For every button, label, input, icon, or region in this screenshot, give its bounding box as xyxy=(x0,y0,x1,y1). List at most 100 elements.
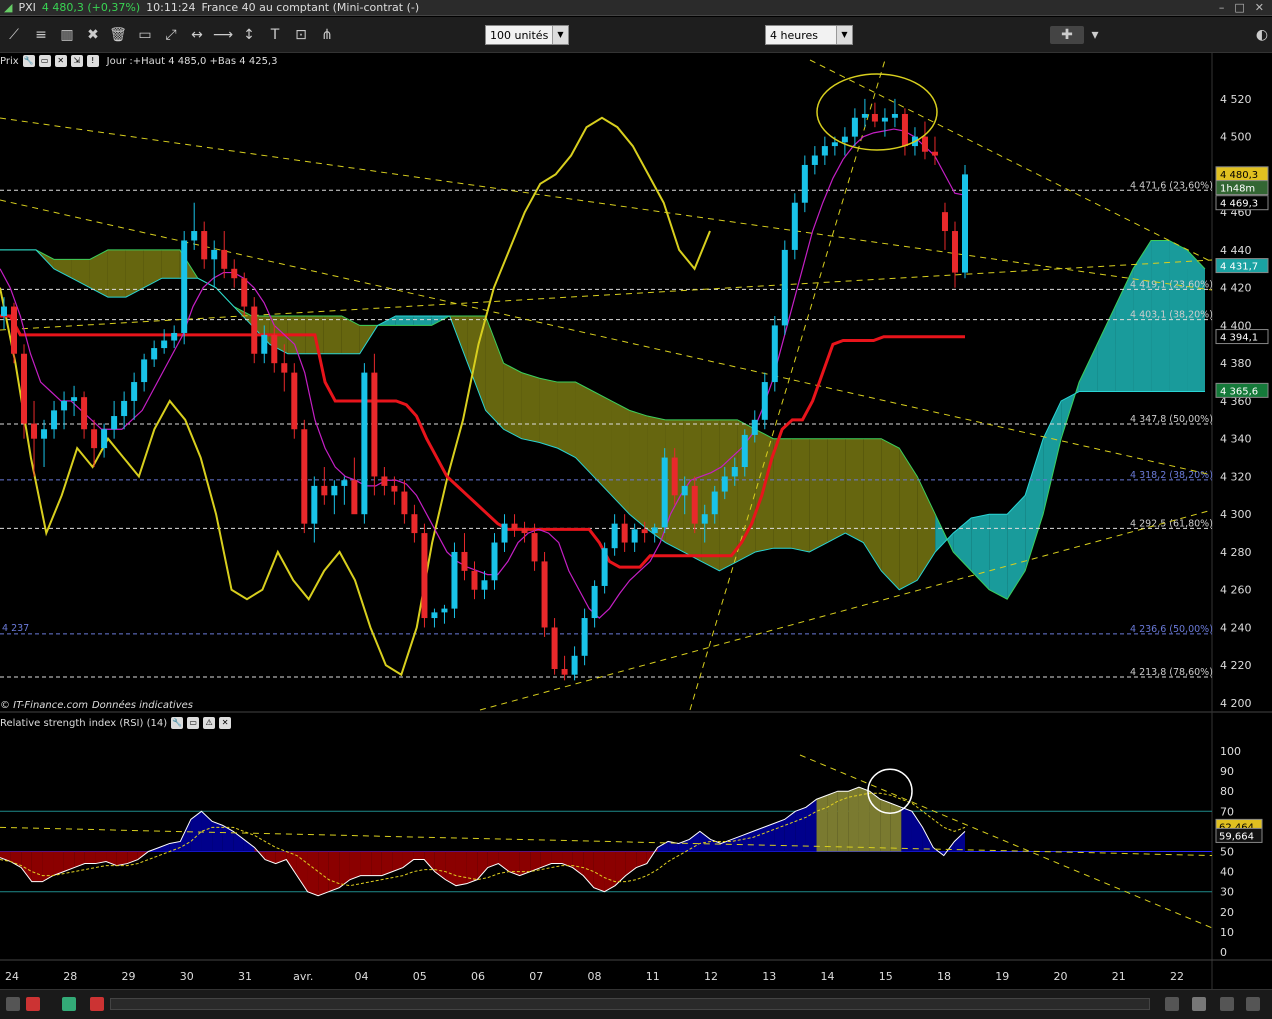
price-badge-label: 4 394,1 xyxy=(1220,333,1258,344)
candle-body xyxy=(761,382,768,420)
rectangle-icon[interactable]: ▭ xyxy=(135,26,155,44)
units-select[interactable]: 100 unités ▼ xyxy=(485,25,569,45)
arrow-icon[interactable]: ⤢ xyxy=(161,26,181,44)
close-icon[interactable]: ✕ xyxy=(1255,1,1264,14)
rsi-fill-segment xyxy=(21,851,32,882)
fit-icon[interactable] xyxy=(1165,997,1179,1011)
candle-body xyxy=(211,249,218,260)
chart-area[interactable]: 4 5204 5004 4804 4604 4404 4204 4004 380… xyxy=(0,52,1272,989)
candle-body xyxy=(111,416,118,430)
candle-body xyxy=(51,410,58,430)
trash-icon[interactable]: 🗑 xyxy=(108,26,128,44)
candle-body xyxy=(391,485,398,492)
kumo-segment xyxy=(107,249,126,298)
hline-icon[interactable]: ↕ xyxy=(239,26,259,44)
maximize-icon[interactable]: □ xyxy=(1234,1,1244,14)
ray-icon[interactable]: ⟶ xyxy=(213,26,233,44)
candle-body xyxy=(561,669,568,675)
channel-icon[interactable]: ▥ xyxy=(57,26,77,44)
x-tick-label: 29 xyxy=(122,970,136,983)
x-tick-label: 13 xyxy=(762,970,776,983)
rsi-fill-segment xyxy=(816,795,828,852)
toggle-panel-icon[interactable]: ◐ xyxy=(1252,26,1272,44)
candle-body xyxy=(941,212,948,232)
rsi-fill-segment xyxy=(159,843,170,852)
kumo-segment xyxy=(899,448,918,590)
candle-body xyxy=(711,491,718,515)
candle-body xyxy=(181,240,188,333)
export-icon[interactable] xyxy=(62,997,76,1011)
rsi-fill-segment xyxy=(402,851,414,868)
rsi-fill-segment xyxy=(222,825,234,852)
kumo-segment xyxy=(719,419,738,571)
rsi-fill-segment xyxy=(827,791,838,852)
watermark: © IT-Finance.com Données indicatives xyxy=(0,698,193,712)
tools-icon[interactable]: ✖ xyxy=(83,26,103,44)
minimize-icon[interactable]: – xyxy=(1219,1,1225,14)
units-select-value: 100 unités xyxy=(490,29,549,42)
candle-body xyxy=(651,527,658,534)
fibonacci-label: 4 318,2 (38,20%) xyxy=(1130,470,1213,481)
close-icon[interactable]: ✕ xyxy=(219,717,232,729)
chevron-down-icon: ▼ xyxy=(552,26,568,44)
fibonacci-label: 4 347,8 (50,00%) xyxy=(1130,414,1213,425)
wrench-icon[interactable]: 🔧 xyxy=(171,717,184,729)
fibonacci-label: 4 236,6 (50,00%) xyxy=(1130,624,1213,635)
x-tick-label: 05 xyxy=(413,970,427,983)
kumo-segment xyxy=(1187,249,1205,392)
candle-body xyxy=(851,117,858,137)
candle-body xyxy=(831,142,838,147)
price-change: 4 480,3 (+0,37%) xyxy=(41,1,141,14)
kumo-segment xyxy=(161,249,180,279)
kumo-segment xyxy=(845,438,864,543)
window-icon[interactable]: ▭ xyxy=(187,717,200,729)
fibonacci-icon[interactable]: ≡ xyxy=(31,26,51,44)
zoom-out-icon[interactable] xyxy=(1220,997,1234,1011)
candle-body xyxy=(221,249,228,269)
rsi-fill-segment xyxy=(201,811,213,852)
x-tick-label: 11 xyxy=(646,970,660,983)
clock: 10:11:24 xyxy=(146,1,196,14)
price-tick-label: 4 420 xyxy=(1220,282,1252,295)
rsi-tick-label: 70 xyxy=(1220,805,1234,818)
rsi-fill-segment xyxy=(233,831,244,852)
candle-body xyxy=(791,202,798,250)
segment-icon[interactable]: ↔ xyxy=(187,26,207,44)
candle-body xyxy=(401,491,408,515)
candle-body xyxy=(471,570,478,590)
layout-icon[interactable] xyxy=(6,997,20,1011)
candle-body xyxy=(531,533,538,562)
zoom-in-icon[interactable] xyxy=(1246,997,1260,1011)
candle-body xyxy=(951,231,958,273)
period-select[interactable]: 4 heures ▼ xyxy=(765,25,853,45)
rsi-fill-segment xyxy=(774,819,785,852)
price-tick-label: 4 300 xyxy=(1220,508,1252,521)
candle-body xyxy=(701,514,708,524)
candle-body xyxy=(491,542,498,581)
chevron-down-icon[interactable]: ▾ xyxy=(1085,26,1105,44)
candle-body xyxy=(921,136,928,152)
frame-icon[interactable]: ⊡ xyxy=(291,26,311,44)
price-tick-label: 4 380 xyxy=(1220,357,1252,370)
chevron-down-icon: ▼ xyxy=(836,26,852,44)
kumo-segment xyxy=(827,438,846,543)
settings-icon[interactable] xyxy=(26,997,40,1011)
print-icon[interactable] xyxy=(90,997,104,1011)
left-level-label: 4 237 xyxy=(2,623,29,634)
candle-body xyxy=(121,400,128,417)
horizontal-scrollbar[interactable] xyxy=(110,998,1150,1010)
candle-body xyxy=(41,429,48,439)
candle-body xyxy=(61,400,68,411)
draw-line-icon[interactable]: ⟋ xyxy=(4,26,24,44)
candle-body xyxy=(131,382,138,401)
alert-icon[interactable]: ⚠ xyxy=(203,717,216,729)
add-indicator-icon[interactable]: ✚ xyxy=(1050,26,1084,44)
pitchfork-icon[interactable]: ⋔ xyxy=(317,26,337,44)
candle-body xyxy=(891,113,898,118)
text-icon[interactable]: T xyxy=(265,26,285,44)
kumo-segment xyxy=(323,315,342,354)
x-tick-label: 18 xyxy=(937,970,951,983)
zoom-reset-icon[interactable] xyxy=(1192,997,1206,1011)
candle-body xyxy=(141,359,148,383)
candle-body xyxy=(351,480,358,515)
